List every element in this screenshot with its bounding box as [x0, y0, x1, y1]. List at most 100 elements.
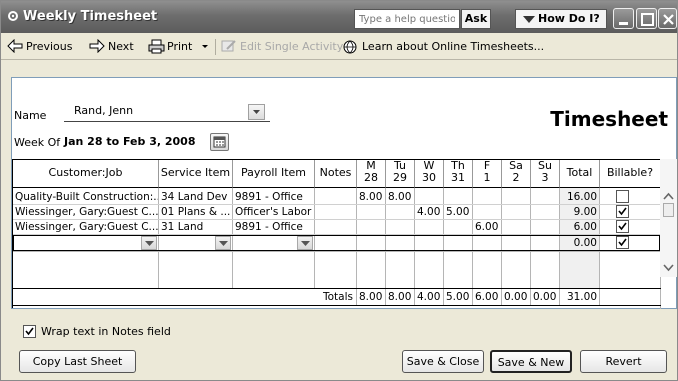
col-header-label: Service Item [160, 166, 231, 179]
name-field-underline [64, 121, 270, 122]
col-header-payroll-item[interactable]: Payroll Item [233, 160, 315, 188]
help-question-input[interactable] [354, 9, 460, 29]
scroll-down-icon[interactable] [660, 261, 677, 275]
col-header-total[interactable]: Total [560, 160, 600, 188]
col-header-tue[interactable]: Tu 29 [386, 160, 415, 188]
row3-billable-checkbox[interactable] [616, 220, 629, 233]
row2-wed[interactable]: 4.00 [415, 205, 443, 219]
col-header-service-item[interactable]: Service Item [159, 160, 233, 188]
col-header-mon[interactable]: M 28 [357, 160, 386, 188]
row2-payroll-item[interactable]: Officer's Labor [233, 205, 314, 219]
row1-mon[interactable]: 8.00 [357, 190, 385, 204]
col-header-customer-job[interactable]: Customer:Job [13, 160, 159, 188]
next-button[interactable]: Next [89, 38, 143, 55]
week-of-label: Week Of [14, 136, 61, 149]
col-header-sun[interactable]: Su 3 [531, 160, 560, 188]
print-button[interactable]: Print [148, 38, 208, 55]
previous-label: Previous [26, 40, 73, 53]
row2-service-item[interactable]: 01 Plans & ... [159, 205, 232, 219]
row1-tue[interactable]: 8.00 [386, 190, 414, 204]
row1-customer-job[interactable]: Quality-Built Construction:... [13, 190, 158, 204]
learn-label: Learn about Online Timesheets... [362, 40, 545, 53]
maximize-button[interactable] [636, 8, 657, 29]
col-header-label: Total [566, 166, 593, 179]
row1-payroll-item[interactable]: 9891 - Office [233, 190, 314, 204]
wrap-text-label: Wrap text in Notes field [41, 325, 171, 338]
col-header-thu[interactable]: Th 31 [444, 160, 473, 188]
row-divider [13, 251, 660, 252]
checkmark-icon [618, 238, 627, 247]
col-header-date: 28 [364, 171, 378, 184]
close-button[interactable] [658, 8, 677, 29]
service-item-dropdown[interactable] [215, 236, 231, 250]
printer-icon [148, 39, 165, 54]
row1-service-item[interactable]: 34 Land Dev [159, 190, 232, 204]
row4-total: 0.00 [573, 237, 597, 249]
totals-fri: 6.00 [475, 291, 499, 303]
name-label: Name [14, 109, 47, 122]
totals-total: 31.00 [566, 291, 597, 303]
totals-row: Totals 8.00 8.00 4.00 5.00 6.00 0.00 0.0… [13, 288, 661, 306]
chevron-down-icon [219, 241, 228, 246]
row3-customer-job[interactable]: Wiessinger, Gary:Guest C... [13, 220, 158, 234]
col-header-fri[interactable]: F1 [473, 160, 502, 188]
row1-billable-checkbox[interactable] [616, 190, 629, 203]
vertical-scrollbar[interactable] [660, 159, 677, 277]
edit-single-activity-button[interactable]: Edit Single Activity [221, 38, 343, 55]
col-header-wed[interactable]: W 30 [415, 160, 444, 188]
totals-sat: 0.00 [504, 291, 528, 303]
copy-last-sheet-button[interactable]: Copy Last Sheet [19, 350, 136, 373]
col-header-date: 30 [422, 171, 436, 184]
row2-customer-job[interactable]: Wiessinger, Gary:Guest C... [13, 205, 158, 219]
row3-fri[interactable]: 6.00 [473, 220, 501, 234]
scrollbar-thumb[interactable] [663, 203, 674, 217]
totals-label: Totals [323, 291, 353, 303]
checkmark-icon [618, 222, 627, 231]
window-menu-icon[interactable] [7, 10, 19, 22]
customer-job-dropdown[interactable] [141, 236, 157, 250]
dropdown-triangle-icon [523, 16, 535, 23]
timesheet-window: Weekly Timesheet Ask How Do I? Previous … [0, 0, 678, 381]
name-dropdown-button[interactable] [248, 104, 265, 120]
window-title: Weekly Timesheet [23, 9, 158, 24]
calendar-button[interactable] [210, 133, 229, 151]
col-header-date: 1 [483, 171, 491, 184]
row2-billable-checkbox[interactable] [616, 205, 629, 218]
learn-online-timesheets-link[interactable]: Learn about Online Timesheets... [343, 38, 544, 55]
totals-tue: 8.00 [388, 291, 412, 303]
edit-activity-icon [221, 40, 236, 52]
row4-billable-checkbox[interactable] [616, 236, 629, 249]
ask-button[interactable]: Ask [461, 9, 491, 29]
minimize-button[interactable] [613, 8, 634, 29]
totals-sun: 0.00 [533, 291, 557, 303]
timesheet-grid: Customer:Job Service Item Payroll Item N… [12, 159, 661, 309]
previous-button[interactable]: Previous [7, 38, 85, 55]
print-dropdown[interactable] [201, 38, 211, 55]
col-header-billable[interactable]: Billable? [600, 160, 661, 188]
scroll-up-icon[interactable] [660, 189, 677, 203]
col-header-notes[interactable]: Notes [315, 160, 357, 188]
row1-total: 16.00 [566, 191, 597, 203]
wrap-text-checkbox[interactable] [23, 325, 36, 338]
col-header-sat[interactable]: Sa 2 [502, 160, 531, 188]
col-header-label: Billable? [606, 166, 654, 179]
week-of-value: Jan 28 to Feb 3, 2008 [64, 135, 196, 148]
payroll-item-dropdown[interactable] [297, 236, 313, 250]
chevron-down-icon [145, 241, 154, 246]
revert-button[interactable]: Revert [580, 350, 667, 373]
checkmark-icon [618, 207, 627, 216]
row3-service-item[interactable]: 31 Land [159, 220, 232, 234]
save-close-button[interactable]: Save & Close [402, 350, 484, 373]
page-title: Timesheet [550, 107, 668, 131]
chevron-down-icon [202, 45, 208, 48]
row3-payroll-item[interactable]: 9891 - Office [233, 220, 314, 234]
print-label: Print [167, 40, 193, 53]
how-do-i-button[interactable]: How Do I? [515, 9, 607, 29]
checkmark-icon [25, 327, 34, 336]
name-field[interactable]: Rand, Jenn [74, 104, 252, 120]
title-bar[interactable]: Weekly Timesheet Ask How Do I? [1, 1, 677, 33]
save-new-button[interactable]: Save & New [490, 350, 572, 373]
edit-single-activity-label: Edit Single Activity [240, 40, 344, 53]
row2-thu[interactable]: 5.00 [444, 205, 472, 219]
chevron-down-icon [253, 110, 260, 114]
